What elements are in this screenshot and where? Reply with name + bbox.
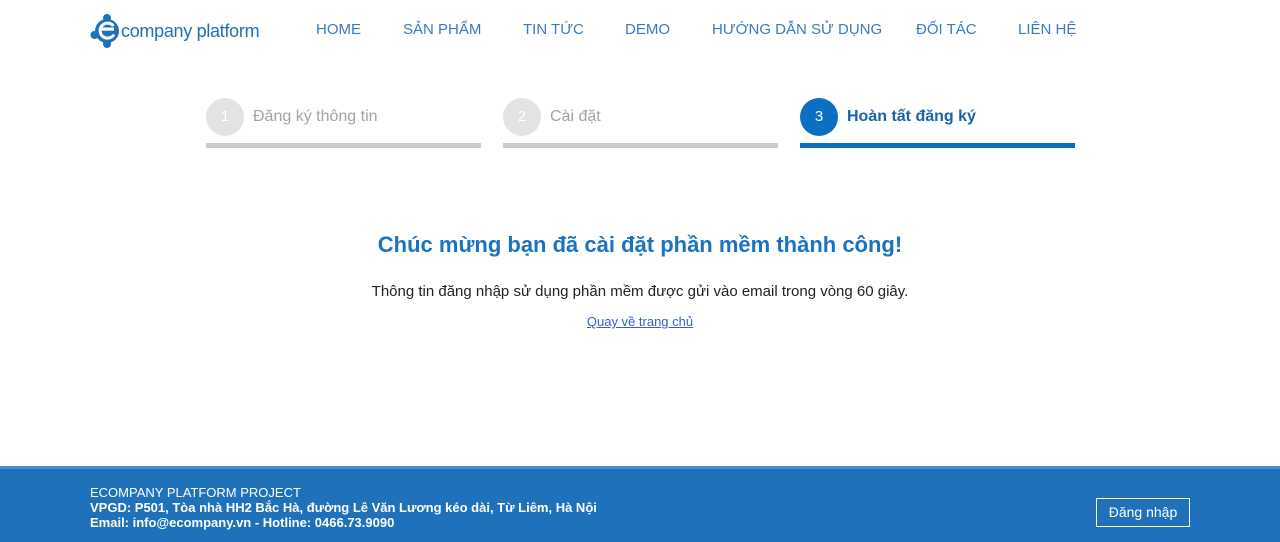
step-label: Hoàn tất đăng ký xyxy=(847,108,976,125)
nav-item-contact[interactable]: LIÊN HỆ xyxy=(1018,21,1076,38)
footer-info: ECOMPANY PLATFORM PROJECT VPGD: P501, Tò… xyxy=(90,485,597,530)
step-number: 2 xyxy=(503,98,541,136)
nav-item-home[interactable]: HOME xyxy=(316,21,361,38)
footer-contact: Email: info@ecompany.vn - Hotline: 0466.… xyxy=(90,515,395,530)
step-complete: 3 Hoàn tất đăng ký xyxy=(800,98,1075,148)
footer-address: VPGD: P501, Tòa nhà HH2 Bắc Hà, đường Lê… xyxy=(90,500,597,515)
nav-item-partners[interactable]: ĐỐI TÁC xyxy=(916,21,977,38)
step-label: Cài đặt xyxy=(550,108,601,125)
footer: ECOMPANY PLATFORM PROJECT VPGD: P501, Tò… xyxy=(0,466,1280,542)
step-install: 2 Cài đặt xyxy=(503,98,778,148)
home-link-container: Quay về trang chủ xyxy=(0,313,1280,331)
header: company platform HOME SẢN PHẨM TIN TỨC D… xyxy=(0,0,1280,60)
login-info-text: Thông tin đăng nhập sử dụng phần mềm đượ… xyxy=(371,283,909,300)
step-progress-bar xyxy=(503,143,778,148)
step-progress-bar xyxy=(800,143,1075,148)
step-register-info: 1 Đăng ký thông tin xyxy=(206,98,481,148)
step-label: Đăng ký thông tin xyxy=(253,108,378,125)
back-to-home-link[interactable]: Quay về trang chủ xyxy=(587,314,693,329)
page: company platform HOME SẢN PHẨM TIN TỨC D… xyxy=(0,0,1280,542)
login-button[interactable]: Đăng nhập xyxy=(1096,498,1190,527)
nav-item-demo[interactable]: DEMO xyxy=(625,21,670,38)
footer-project-name: ECOMPANY PLATFORM PROJECT xyxy=(90,485,301,500)
main-nav: HOME SẢN PHẨM TIN TỨC DEMO HƯỚNG DẪN SỬ … xyxy=(0,0,1280,60)
step-number: 1 xyxy=(206,98,244,136)
nav-item-guide[interactable]: HƯỚNG DẪN SỬ DỤNG xyxy=(712,21,882,38)
step-progress-bar xyxy=(206,143,481,148)
nav-item-products[interactable]: SẢN PHẨM xyxy=(403,21,481,38)
step-number: 3 xyxy=(800,98,838,136)
success-title: Chúc mừng bạn đã cài đặt phần mềm thành … xyxy=(377,232,903,257)
nav-item-news[interactable]: TIN TỨC xyxy=(523,21,584,38)
